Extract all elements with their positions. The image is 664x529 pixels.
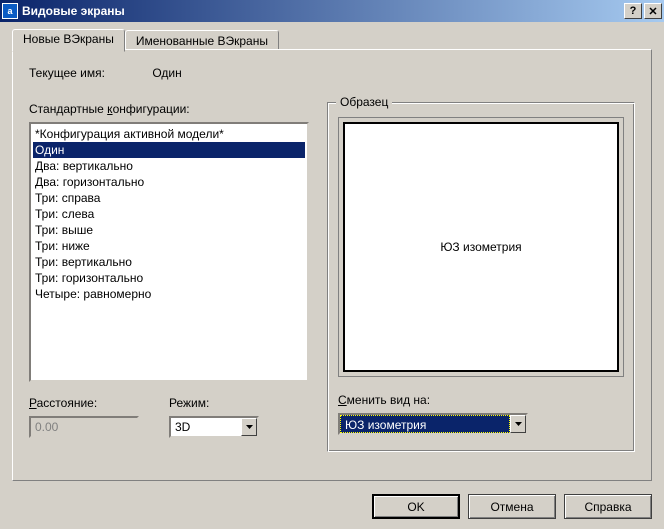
change-view-combo-value: ЮЗ изометрия xyxy=(340,415,510,433)
title-bar: a Видовые экраны ? ✕ xyxy=(0,0,664,22)
mode-combo-button[interactable] xyxy=(241,418,257,436)
standard-configs-label: Стандартные конфигурации: xyxy=(29,102,309,116)
sample-groupbox: Образец ЮЗ изометрия Сменить вид на: ЮЗ … xyxy=(327,102,635,452)
app-icon: a xyxy=(2,3,18,19)
chevron-down-icon xyxy=(515,422,522,426)
preview-viewport: ЮЗ изометрия xyxy=(343,122,619,372)
ok-button[interactable]: OK xyxy=(372,494,460,519)
window-title: Видовые экраны xyxy=(22,4,624,18)
current-name-value: Один xyxy=(152,66,181,80)
close-sys-button[interactable]: ✕ xyxy=(644,3,662,19)
sample-group-title: Образец xyxy=(336,95,392,109)
list-item[interactable]: Два: горизонтально xyxy=(33,174,305,190)
list-item[interactable]: Три: выше xyxy=(33,222,305,238)
chevron-down-icon xyxy=(246,425,253,429)
distance-spinbox: ▲ ▼ xyxy=(29,416,139,438)
current-name-label: Текущее имя: xyxy=(29,66,149,80)
help-button[interactable]: Справка xyxy=(564,494,652,519)
list-item[interactable]: *Конфигурация активной модели* xyxy=(33,126,305,142)
cancel-button[interactable]: Отмена xyxy=(468,494,556,519)
mode-combo[interactable]: 3D xyxy=(169,416,259,438)
preview-frame: ЮЗ изометрия xyxy=(338,117,624,377)
change-view-combo-button[interactable] xyxy=(510,415,526,433)
dialog-client: Новые ВЭкраны Именованные ВЭкраны Текуще… xyxy=(4,22,660,525)
dialog-buttons: OK Отмена Справка xyxy=(372,494,652,519)
list-item[interactable]: Три: справа xyxy=(33,190,305,206)
tab-strip: Новые ВЭкраны Именованные ВЭкраны xyxy=(12,28,279,51)
tab-panel-new: Текущее имя: Один Стандартные конфигурац… xyxy=(12,49,652,481)
list-item[interactable]: Один xyxy=(33,142,305,158)
change-view-label: Сменить вид на: xyxy=(338,393,624,407)
distance-label: Расстояние: xyxy=(29,396,139,410)
change-view-combo[interactable]: ЮЗ изометрия xyxy=(338,413,528,435)
standard-configs-listbox[interactable]: *Конфигурация активной модели*ОдинДва: в… xyxy=(29,122,309,382)
list-item[interactable]: Четыре: равномерно xyxy=(33,286,305,302)
tab-new-viewports[interactable]: Новые ВЭкраны xyxy=(12,29,125,52)
list-item[interactable]: Два: вертикально xyxy=(33,158,305,174)
current-name-row: Текущее имя: Один xyxy=(29,66,635,80)
list-item[interactable]: Три: ниже xyxy=(33,238,305,254)
mode-label: Режим: xyxy=(169,396,259,410)
list-item[interactable]: Три: слева xyxy=(33,206,305,222)
help-sys-button[interactable]: ? xyxy=(624,3,642,19)
mode-combo-value: 3D xyxy=(171,418,241,436)
list-item[interactable]: Три: горизонтально xyxy=(33,270,305,286)
list-item[interactable]: Три: вертикально xyxy=(33,254,305,270)
preview-text: ЮЗ изометрия xyxy=(440,240,521,254)
